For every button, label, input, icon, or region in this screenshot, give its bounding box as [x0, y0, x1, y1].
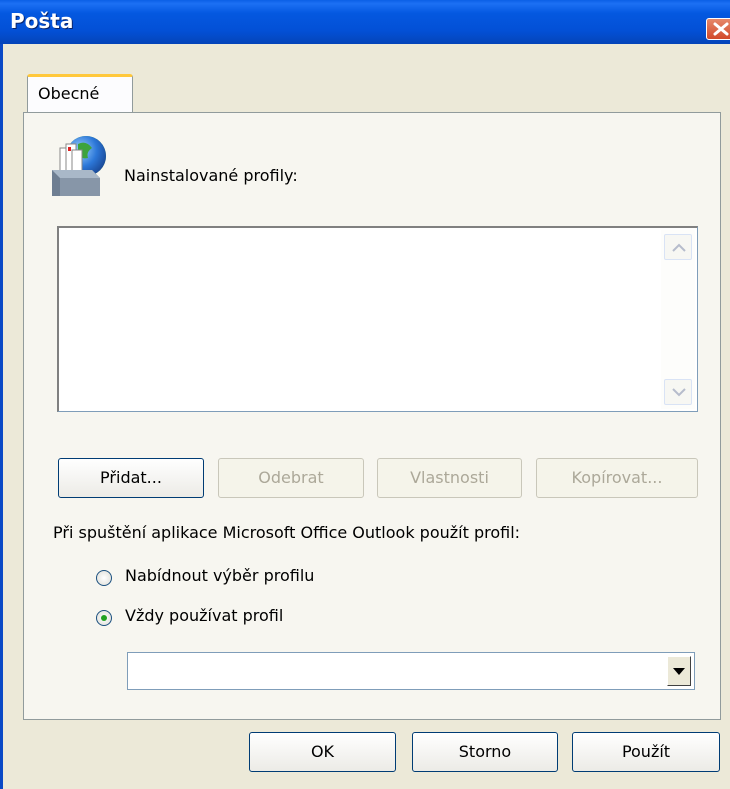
- cancel-button[interactable]: Storno: [412, 732, 558, 772]
- radio-prompt-profile-label[interactable]: Nabídnout výběr profilu: [125, 566, 314, 585]
- radio-always-profile-label[interactable]: Vždy používat profil: [125, 606, 283, 625]
- startup-label: Při spuštění aplikace Microsoft Office O…: [53, 523, 521, 542]
- scroll-down-button[interactable]: [664, 379, 692, 405]
- tab-general[interactable]: Obecné: [27, 74, 133, 114]
- chevron-up-icon: [672, 243, 686, 252]
- window-border: [0, 44, 3, 789]
- radio-always-profile[interactable]: [96, 610, 112, 626]
- mail-profile-icon: [52, 136, 106, 196]
- profile-select[interactable]: [127, 652, 695, 690]
- title-bar: Pošta: [0, 0, 730, 44]
- remove-profile-button[interactable]: Odebrat: [218, 458, 364, 498]
- tab-general-label: Obecné: [38, 84, 100, 103]
- copy-profile-button[interactable]: Kopírovat...: [536, 458, 698, 498]
- properties-button[interactable]: Vlastnosti: [377, 458, 522, 498]
- profiles-list[interactable]: [57, 226, 698, 412]
- radio-selected-dot: [101, 615, 107, 621]
- caret-down-icon: [673, 668, 685, 675]
- chevron-down-icon: [672, 388, 686, 397]
- ok-button[interactable]: OK: [249, 732, 396, 772]
- apply-button[interactable]: Použít: [572, 732, 720, 772]
- close-button[interactable]: [706, 18, 730, 40]
- installed-profiles-label: Nainstalované profily:: [124, 166, 298, 185]
- tab-panel: [23, 112, 721, 720]
- add-profile-button[interactable]: Přidat...: [58, 458, 204, 498]
- window-title: Pošta: [10, 9, 74, 33]
- scroll-up-button[interactable]: [664, 234, 692, 260]
- vertical-scrollbar[interactable]: [661, 230, 695, 409]
- close-icon: [713, 22, 729, 36]
- profile-select-dropdown-button[interactable]: [667, 656, 691, 686]
- radio-prompt-profile[interactable]: [96, 570, 112, 586]
